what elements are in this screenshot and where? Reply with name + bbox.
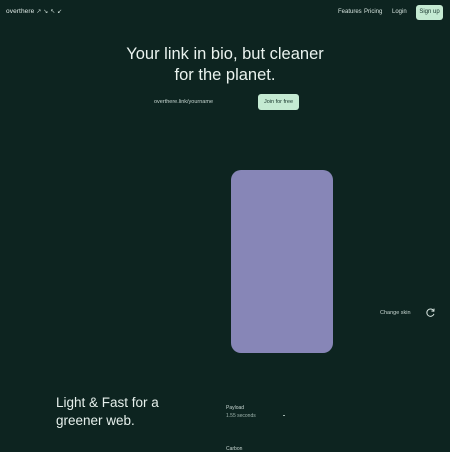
join-for-free-button[interactable]: Join for free bbox=[258, 94, 299, 110]
stat-indicator bbox=[283, 415, 285, 416]
stat-label-carbon: Carbon bbox=[226, 446, 243, 452]
username-claim-input[interactable] bbox=[150, 95, 258, 108]
refresh-icon[interactable] bbox=[425, 307, 436, 318]
nav-link-pricing[interactable]: Pricing bbox=[364, 9, 382, 15]
nav-link-login[interactable]: Login bbox=[392, 9, 407, 15]
logo[interactable]: overthere ↗ ↘ ↖ ↙ bbox=[6, 8, 62, 15]
change-skin-link[interactable]: Change skin bbox=[380, 310, 411, 316]
nav-link-features[interactable]: Features bbox=[338, 9, 362, 15]
section-title-line-2: greener web. bbox=[56, 413, 135, 428]
logo-arrows-icon: ↗ ↘ ↖ ↙ bbox=[36, 9, 63, 15]
hero-title: Your link in bio, but cleaner for the pl… bbox=[0, 44, 450, 86]
top-nav: overthere ↗ ↘ ↖ ↙ Features Pricing Login … bbox=[0, 0, 450, 26]
hero-title-line-1: Your link in bio, but cleaner bbox=[126, 45, 324, 63]
stat-value-payload: 1.55 seconds bbox=[226, 413, 256, 419]
signup-button[interactable]: Sign up bbox=[416, 5, 443, 20]
hero-title-line-2: for the planet. bbox=[174, 66, 276, 84]
section-title-line-1: Light & Fast for a bbox=[56, 395, 159, 410]
section-title: Light & Fast for a greener web. bbox=[56, 394, 206, 430]
stat-label-payload: Payload bbox=[226, 405, 245, 411]
logo-text: overthere bbox=[6, 8, 35, 15]
phone-preview bbox=[231, 170, 333, 353]
